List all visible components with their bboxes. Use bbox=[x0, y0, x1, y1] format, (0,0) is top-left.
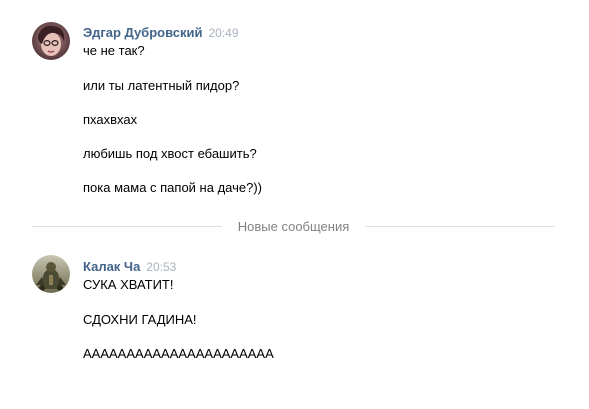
message-text: любишь под хвост ебашить? bbox=[83, 146, 257, 161]
message-time[interactable]: 20:49 bbox=[208, 26, 238, 40]
author-name[interactable]: Эдгар Дубровский bbox=[83, 25, 202, 40]
message-time[interactable]: 20:53 bbox=[146, 260, 176, 274]
message-text: СДОХНИ ГАДИНА! bbox=[83, 312, 197, 327]
divider-line bbox=[365, 226, 555, 227]
user-avatar-icon[interactable] bbox=[32, 255, 70, 293]
message-text: СУКА ХВАТИТ! bbox=[83, 277, 174, 292]
author-name[interactable]: Калак Ча bbox=[83, 259, 140, 274]
message-header: Эдгар Дубровский 20:49 bbox=[83, 25, 239, 41]
message-text: пока мама с папой на даче?)) bbox=[83, 180, 262, 195]
user-avatar-icon[interactable] bbox=[32, 22, 70, 60]
new-messages-divider: Новые сообщения bbox=[32, 218, 555, 236]
message-text: че не так? bbox=[83, 43, 145, 58]
message-text: пхахвхах bbox=[83, 112, 138, 127]
message-text: или ты латентный пидор? bbox=[83, 78, 240, 93]
divider-label: Новые сообщения bbox=[237, 219, 350, 234]
divider-line bbox=[32, 226, 222, 227]
message-text: АААААААААААААААААААААА bbox=[83, 346, 274, 361]
message-header: Калак Ча 20:53 bbox=[83, 259, 176, 275]
